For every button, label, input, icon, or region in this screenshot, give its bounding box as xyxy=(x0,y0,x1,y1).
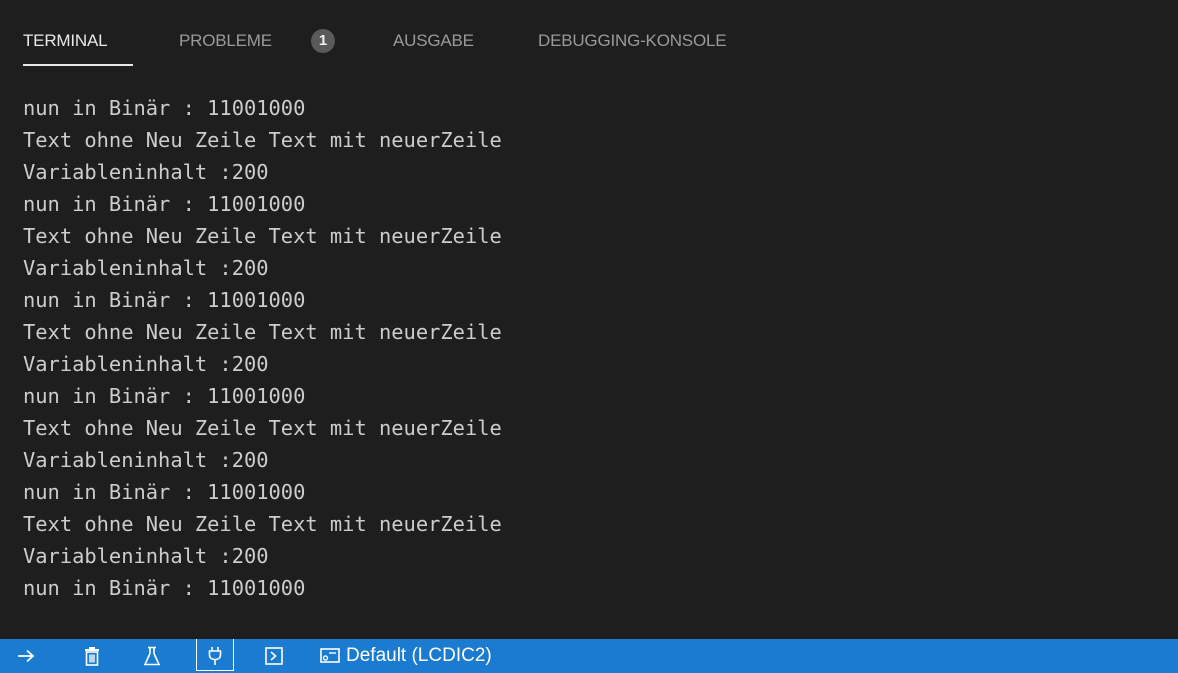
terminal-line: nun in Binär : 11001000 xyxy=(23,480,306,504)
terminal-line: Text ohne Neu Zeile Text mit neuerZeile xyxy=(23,512,502,536)
terminal-line: Text ohne Neu Zeile Text mit neuerZeile xyxy=(23,224,502,248)
terminal-icon[interactable] xyxy=(262,639,286,673)
terminal-line: Variableninhalt :200 xyxy=(23,544,269,568)
device-selector[interactable]: Default (LCDIC2) xyxy=(320,639,492,673)
device-icon xyxy=(320,647,340,665)
terminal-line: Variableninhalt :200 xyxy=(23,256,269,280)
problems-count-badge: 1 xyxy=(311,29,335,53)
terminal-line: nun in Binär : 11001000 xyxy=(23,288,306,312)
arrow-right-icon[interactable] xyxy=(14,639,38,673)
terminal-line: Text ohne Neu Zeile Text mit neuerZeile xyxy=(23,320,502,344)
terminal-panel: TERMINAL PROBLEME 1 AUSGABE DEBUGGING-KO… xyxy=(0,0,1178,673)
trash-icon[interactable] xyxy=(80,639,104,673)
device-label: Default (LCDIC2) xyxy=(346,645,492,666)
terminal-line: Text ohne Neu Zeile Text mit neuerZeile xyxy=(23,128,502,152)
panel-tab-bar: TERMINAL PROBLEME 1 AUSGABE DEBUGGING-KO… xyxy=(0,0,1178,68)
terminal-line: nun in Binär : 11001000 xyxy=(23,576,306,600)
tab-probleme[interactable]: PROBLEME xyxy=(179,31,272,51)
terminal-line: Variableninhalt :200 xyxy=(23,448,269,472)
status-bar: Default (LCDIC2) xyxy=(0,639,1178,673)
terminal-line: nun in Binär : 11001000 xyxy=(23,192,306,216)
terminal-line: nun in Binär : 11001000 xyxy=(23,96,306,120)
terminal-line: Variableninhalt :200 xyxy=(23,352,269,376)
terminal-output[interactable]: nun in Binär : 11001000 Text ohne Neu Ze… xyxy=(23,92,1163,632)
active-tab-indicator xyxy=(23,64,133,66)
tab-terminal[interactable]: TERMINAL xyxy=(23,31,108,51)
terminal-line: Variableninhalt :200 xyxy=(23,160,269,184)
tab-debugging-konsole[interactable]: DEBUGGING-KONSOLE xyxy=(538,31,727,51)
terminal-line: Text ohne Neu Zeile Text mit neuerZeile xyxy=(23,416,502,440)
terminal-line: nun in Binär : 11001000 xyxy=(23,384,306,408)
plug-icon[interactable] xyxy=(203,639,227,673)
tab-ausgabe[interactable]: AUSGABE xyxy=(393,31,474,51)
flask-icon[interactable] xyxy=(140,639,164,673)
